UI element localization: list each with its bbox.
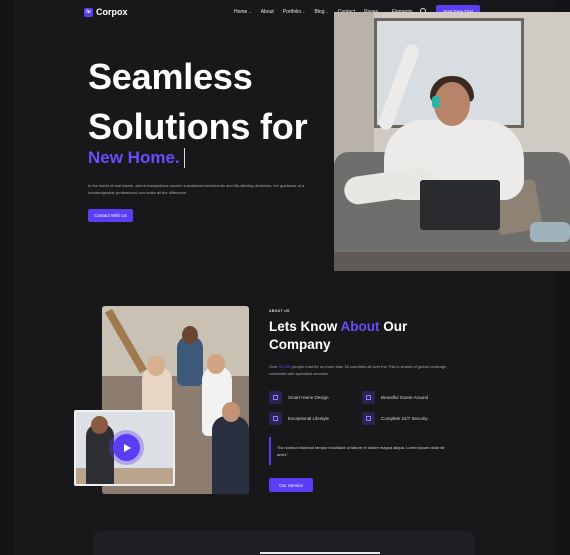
chevron-down-icon: ⌄ (325, 9, 329, 14)
hero-description: In the world of real estate, where trans… (88, 183, 305, 195)
about-quote: “Ea nostrud eiusmod tempor incididunt ut… (269, 437, 449, 465)
video-thumbnail[interactable] (74, 410, 175, 486)
nav-item-portfolio[interactable]: Portfolio⌄ (283, 9, 306, 15)
hero-image (334, 12, 570, 271)
feature-smart-home-design: Smart Home Design (269, 391, 329, 404)
about-description: Over 35,000 people trust for us more tha… (269, 364, 449, 376)
left-gutter (0, 0, 14, 555)
about-title: Lets Know About Our Company (269, 319, 408, 352)
play-button[interactable] (113, 434, 140, 461)
nav-item-about[interactable]: About (261, 9, 274, 15)
chevron-down-icon: ⌄ (302, 9, 306, 14)
logo-icon: lu (84, 7, 93, 17)
nav-item-blog[interactable]: Blog⌄ (314, 9, 328, 15)
hero-title: Seamless Solutions for (88, 52, 308, 152)
nav-item-home[interactable]: Home⌄ (234, 9, 252, 15)
divider (260, 552, 380, 554)
play-icon (124, 443, 131, 452)
chevron-down-icon: ⌄ (248, 9, 252, 14)
about-eyebrow: ABOUT US (269, 309, 290, 313)
lifestyle-icon (269, 412, 282, 425)
feature-security: Complete 24/7 Security (362, 412, 428, 425)
contact-with-us-button[interactable]: Contact With Us (88, 209, 133, 222)
our-service-button[interactable]: Our Service (269, 478, 313, 492)
logo-text: Corpox (96, 7, 128, 17)
scene-icon (362, 391, 375, 404)
feature-exceptional-lifestyle: Exceptional Lifestyle (269, 412, 329, 425)
hero-accent-label: New Home. (88, 148, 180, 167)
typing-cursor (183, 148, 185, 168)
hero-title-line-1: Seamless (88, 56, 253, 97)
hero-accent-text: New Home. (88, 148, 185, 168)
logo[interactable]: lu Corpox (84, 7, 128, 17)
feature-beautiful-scene: Beautiful Scene Around (362, 391, 428, 404)
hero-title-line-2: Solutions for (88, 106, 308, 147)
home-icon (269, 391, 282, 404)
shield-icon (362, 412, 375, 425)
